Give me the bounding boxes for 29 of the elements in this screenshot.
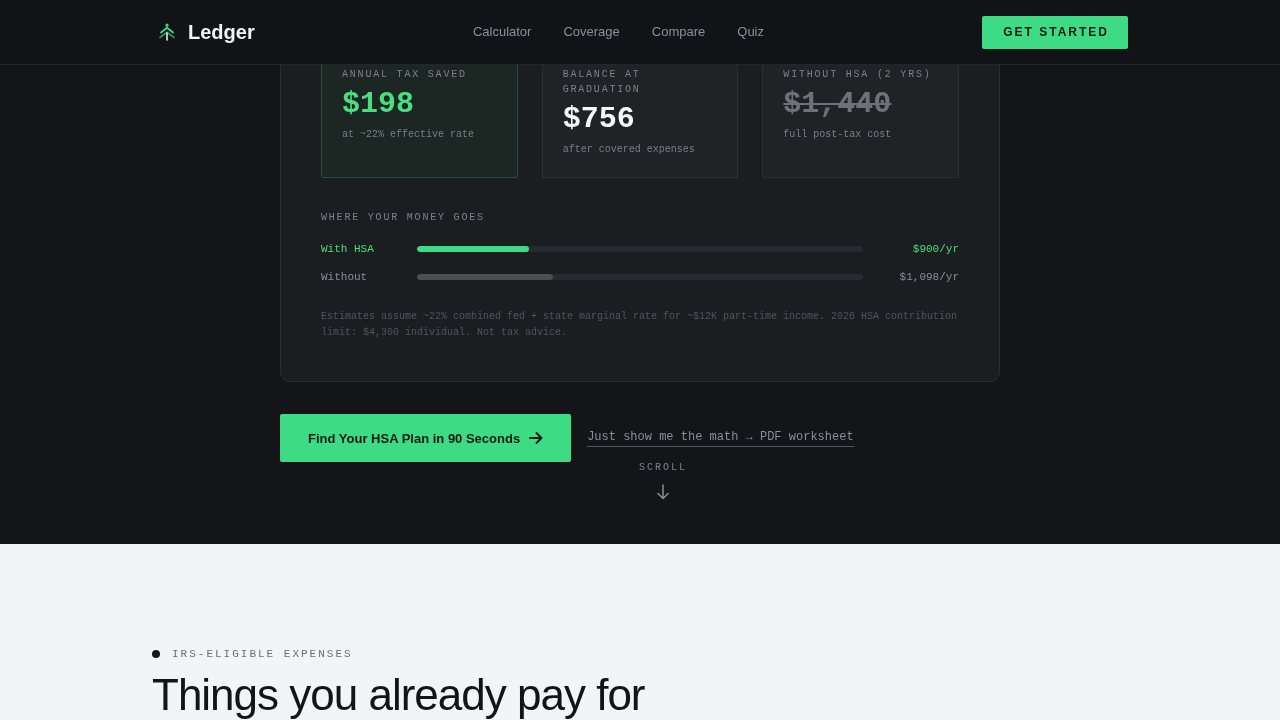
eyebrow-label: IRS-ELIGIBLE EXPENSES xyxy=(172,647,353,662)
stat-value: $198 xyxy=(342,86,415,122)
nav-link[interactable]: Calculator xyxy=(472,24,532,40)
bar-label: Without xyxy=(321,270,368,285)
stat-value: $1,440 xyxy=(783,86,893,122)
stat-label: WITHOUT HSA (2 YRS) xyxy=(783,68,933,82)
section-heading: Things you already pay for xyxy=(152,672,645,718)
find-plan-button[interactable]: Find Your HSA Plan in 90 Seconds xyxy=(280,414,572,462)
arrow-right-icon xyxy=(529,431,544,445)
bullet-icon xyxy=(152,650,160,658)
logo-link[interactable]: Ledger xyxy=(152,20,255,44)
stat-note: after covered expenses xyxy=(562,143,696,157)
nav-link[interactable]: Quiz xyxy=(737,24,764,40)
stat-label: BALANCE AT GRADUATION xyxy=(562,68,642,97)
stat-note: full post-tax cost xyxy=(783,128,893,142)
stat-label: ANNUAL TAX SAVED xyxy=(342,68,468,82)
tree-icon xyxy=(158,23,176,41)
stat-value: $756 xyxy=(562,101,636,137)
nav-link[interactable]: Coverage xyxy=(563,24,620,40)
section-label: WHERE YOUR MONEY GOES xyxy=(321,211,486,225)
scroll-label: SCROLL xyxy=(639,462,687,474)
arrow-down-icon xyxy=(656,484,670,500)
nav-link[interactable]: Compare xyxy=(651,24,706,40)
worksheet-link[interactable]: Just show me the math → PDF worksheet xyxy=(587,429,854,447)
get-started-button[interactable]: GET STARTED xyxy=(982,15,1128,49)
bar-value: $1,098/yr xyxy=(899,270,959,285)
stat-note: at ~22% effective rate xyxy=(342,128,476,142)
bar-value: $900/yr xyxy=(912,242,959,257)
bar-label: With HSA xyxy=(321,242,374,257)
